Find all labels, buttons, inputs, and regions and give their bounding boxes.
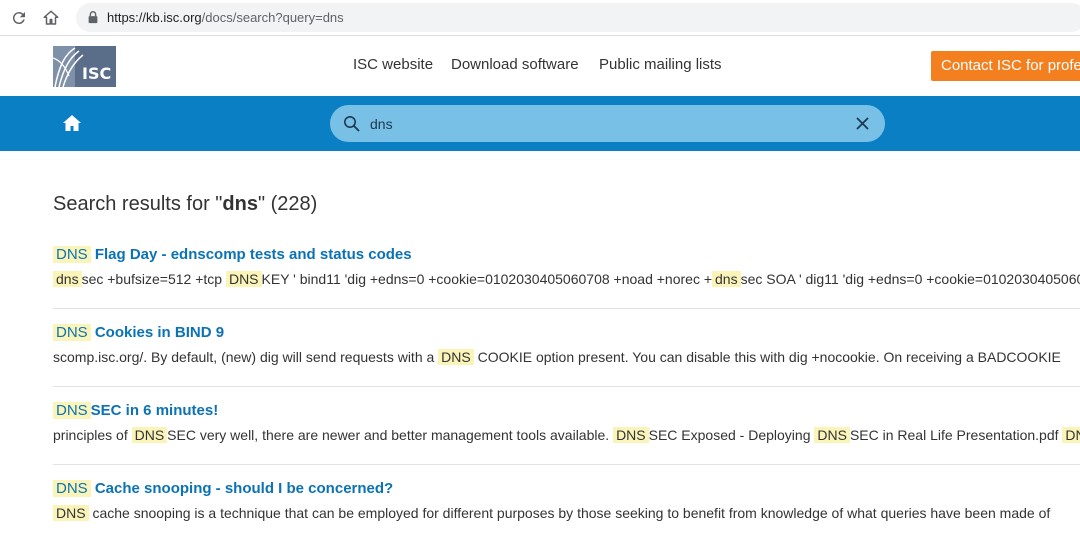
contact-isc-button[interactable]: Contact ISC for professional [931, 51, 1080, 81]
search-icon [344, 116, 360, 132]
result-title-match: DNS [53, 246, 91, 263]
result-snippet-text: cache snooping is a technique that can b… [88, 505, 1051, 521]
result-snippet-match: DNS [53, 505, 89, 521]
result-title-link[interactable]: DNS Cookies in BIND 9 [53, 322, 224, 344]
heading-count: " (228) [257, 193, 318, 215]
logo-text: ISC [82, 64, 111, 83]
isc-logo[interactable]: ISC [53, 46, 116, 87]
heading-prefix: Search results for " [53, 193, 223, 215]
result-snippet-text: COOKIE option present. You can disable t… [473, 349, 1061, 365]
result-snippet: dns sec +bufsize=512 +tcp DNS KEY ' bind11… [53, 268, 1080, 290]
result-title-text: Cache snooping - should I be concerned? [90, 480, 394, 497]
result-snippet-match: DNS [814, 427, 850, 443]
result-snippet-match: DNS [1062, 427, 1080, 443]
home-icon[interactable] [62, 113, 82, 133]
result-divider [53, 308, 1080, 309]
search-result: DNS Cache snooping - should I be concern… [0, 478, 1080, 551]
result-snippet-match: dns [712, 271, 741, 287]
search-result: DNS Cookies in BIND 9 scomp.isc.org/. By … [0, 322, 1080, 400]
result-title-text: Flag Day - ednscomp tests and status cod… [90, 246, 412, 263]
result-divider [53, 464, 1080, 465]
result-snippet: principles of DNS SEC very well, there ar… [53, 424, 1080, 446]
results-heading: Search results for "dns" (228) [53, 192, 317, 216]
search-input[interactable] [370, 111, 840, 136]
result-title-text: SEC in 6 minutes! [90, 402, 219, 419]
site-header: ISC ISC website Download software Public… [0, 36, 1080, 96]
result-snippet-match: DNS [225, 271, 262, 287]
url-path: /docs/search?query=dns [201, 10, 344, 25]
result-title-link[interactable]: DNS Flag Day - ednscomp tests and status… [53, 244, 412, 266]
result-snippet-text: SEC Exposed - Deploying [648, 427, 815, 443]
result-snippet: scomp.isc.org/. By default, (new) dig wi… [53, 346, 1061, 368]
lock-icon [88, 11, 98, 24]
reload-icon[interactable] [7, 6, 31, 30]
nav-public-mailing-lists[interactable]: Public mailing lists [599, 56, 722, 74]
result-snippet-text: scomp.isc.org/. By default, (new) dig wi… [53, 349, 439, 365]
result-snippet: DNS cache snooping is a technique that c… [53, 502, 1050, 524]
search-result: DNS SEC in 6 minutes! principles of DNS SEC… [0, 400, 1080, 478]
nav-download-software[interactable]: Download software [451, 56, 579, 74]
result-snippet-text: principles of [53, 427, 132, 443]
nav-isc-website[interactable]: ISC website [353, 56, 433, 74]
url-domain: https://kb.isc.org [107, 10, 202, 25]
search-result: DNS Flag Day - ednscomp tests and status… [0, 244, 1080, 322]
search-band [0, 96, 1080, 151]
url-text: https://kb.isc.org/docs/search?query=dns [107, 9, 344, 26]
result-title-link[interactable]: DNS Cache snooping - should I be concern… [53, 478, 393, 500]
home-browser-icon[interactable] [39, 6, 63, 30]
result-snippet-text: sec +bufsize=512 +tcp [81, 271, 226, 287]
result-title-link[interactable]: DNS SEC in 6 minutes! [53, 400, 218, 422]
result-snippet-match: DNS [438, 349, 474, 365]
result-snippet-text: SEC in Real Life Presentation.pdf [849, 427, 1063, 443]
result-divider [53, 386, 1080, 387]
result-title-match: DNS [53, 324, 91, 341]
browser-toolbar: https://kb.isc.org/docs/search?query=dns [0, 0, 1080, 36]
result-snippet-text: SEC very well, there are newer and bette… [167, 427, 614, 443]
search-box[interactable] [330, 105, 885, 142]
result-snippet-text: KEY ' bind11 'dig +edns=0 +cookie=010203… [261, 271, 713, 287]
close-icon[interactable] [855, 116, 870, 131]
result-title-match: DNS [53, 480, 91, 497]
result-snippet-text: sec SOA ' dig11 'dig +edns=0 +cookie=010… [740, 271, 1080, 287]
heading-query: dns [222, 193, 258, 215]
result-snippet-match: dns [53, 271, 82, 287]
result-title-match: DNS [53, 402, 91, 419]
result-snippet-match: DNS [613, 427, 649, 443]
address-bar[interactable]: https://kb.isc.org/docs/search?query=dns [76, 3, 1080, 32]
result-title-text: Cookies in BIND 9 [90, 324, 225, 341]
result-snippet-match: DNS [131, 427, 168, 443]
